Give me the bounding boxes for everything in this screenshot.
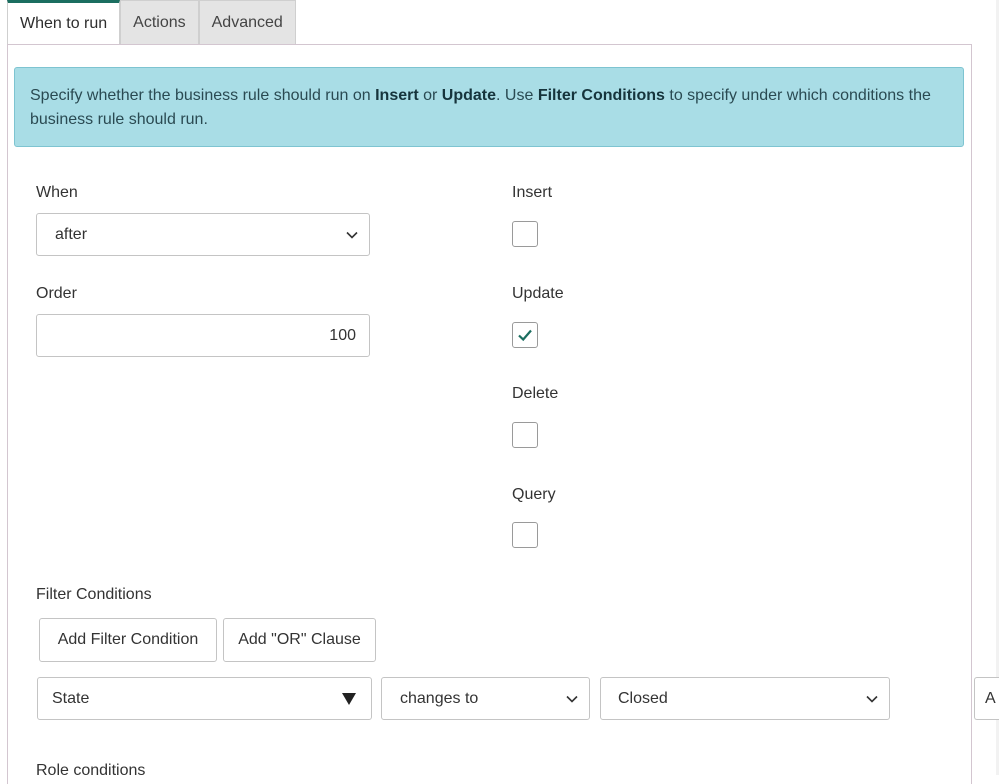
banner-filter-conditions: Filter Conditions (537, 87, 665, 104)
when-value: after (55, 225, 88, 243)
delete-label: Delete (512, 385, 559, 402)
when-select[interactable]: after (36, 213, 370, 256)
insert-label: Insert (512, 184, 553, 201)
delete-checkbox[interactable] (512, 422, 538, 448)
filter-value: Closed (618, 689, 668, 707)
when-label: When (36, 184, 78, 201)
tab-actions[interactable]: Actions (120, 0, 199, 44)
filter-conditions-label: Filter Conditions (36, 586, 152, 603)
add-or-clause-button[interactable]: Add "OR" Clause (223, 618, 376, 662)
and-clause-button-clipped[interactable]: A (974, 677, 999, 720)
filter-operator-select[interactable]: changes to (381, 677, 590, 720)
insert-checkbox[interactable] (512, 221, 538, 247)
tab-panel (7, 44, 972, 784)
order-value: 100 (329, 326, 356, 344)
chevron-down-icon (866, 695, 878, 703)
banner-text-1: Specify whether the business rule should… (30, 87, 376, 104)
tab-bar: When to run Actions Advanced (7, 0, 296, 45)
order-label: Order (36, 285, 77, 302)
banner-update: Update (441, 87, 497, 104)
update-label: Update (512, 285, 564, 302)
checkmark-icon (518, 329, 532, 342)
info-banner: Specify whether the business rule should… (14, 67, 964, 147)
query-checkbox[interactable] (512, 522, 538, 548)
banner-text-2: or (418, 87, 442, 104)
query-label: Query (512, 486, 556, 503)
triangle-down-icon (342, 692, 356, 705)
add-filter-condition-button[interactable]: Add Filter Condition (39, 618, 217, 662)
banner-text-3: . Use (496, 87, 538, 104)
chevron-down-icon (566, 695, 578, 703)
filter-operator-value: changes to (400, 689, 479, 707)
order-input[interactable]: 100 (36, 314, 370, 357)
banner-insert: Insert (375, 87, 419, 104)
tab-advanced[interactable]: Advanced (198, 0, 296, 44)
filter-field-value: State (52, 689, 90, 707)
chevron-down-icon (346, 231, 358, 239)
role-conditions-label: Role conditions (36, 762, 146, 779)
tab-when-to-run[interactable]: When to run (7, 0, 121, 45)
filter-value-select[interactable]: Closed (600, 677, 890, 720)
filter-field-select[interactable]: State (37, 677, 372, 720)
update-checkbox[interactable] (512, 322, 538, 348)
